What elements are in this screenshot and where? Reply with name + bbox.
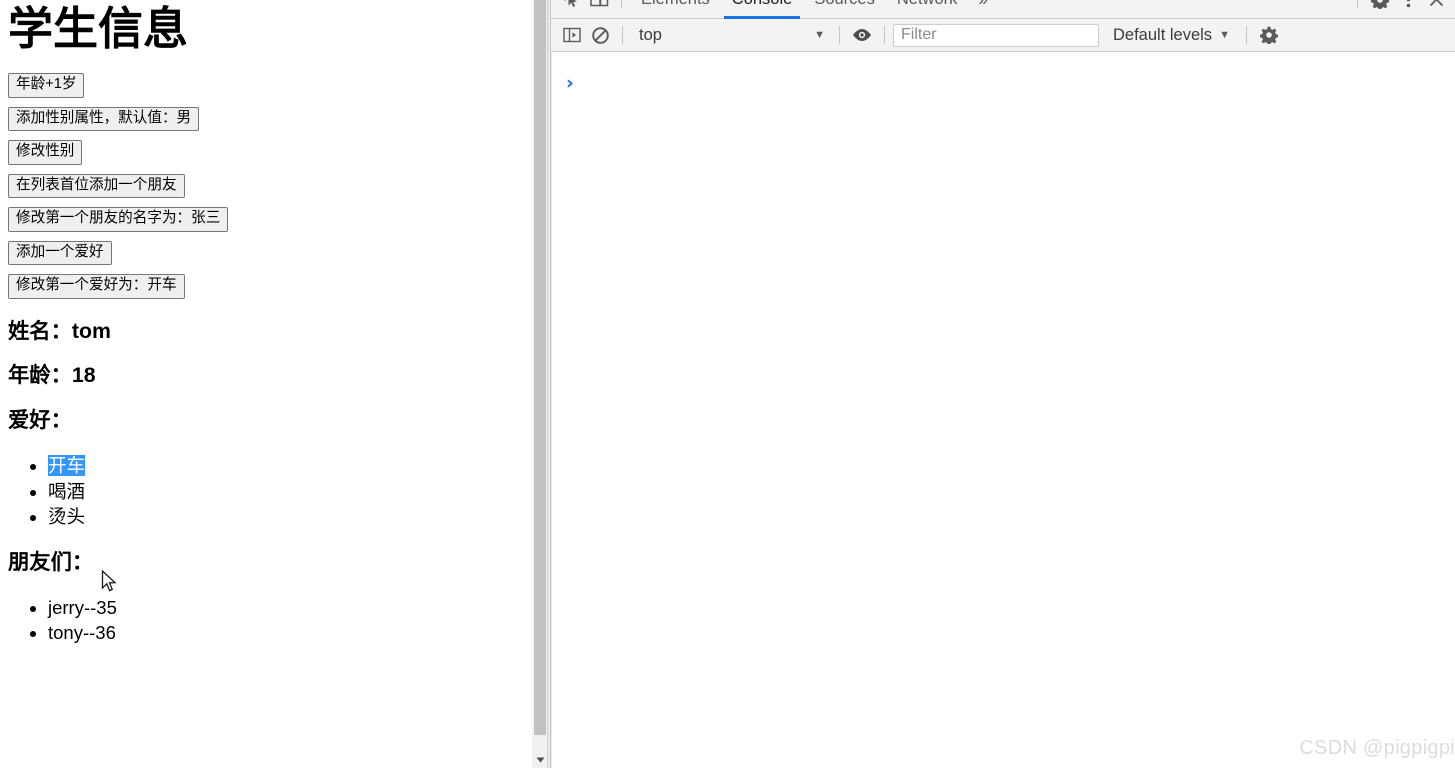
tab-elements[interactable]: Elements xyxy=(630,0,721,19)
page-viewport: 学生信息 年龄+1岁 添加性别属性，默认值：男 修改性别 在列表首位添加一个朋友… xyxy=(0,0,531,768)
friend-value: jerry--35 xyxy=(48,596,117,618)
console-input-prompt[interactable]: › xyxy=(552,52,1455,93)
friends-list: jerry--35 tony--36 xyxy=(8,595,523,646)
list-item: tony--36 xyxy=(48,620,523,646)
button-row: 在列表首位添加一个朋友 xyxy=(8,173,523,199)
student-name-value: tom xyxy=(71,318,111,343)
button-row: 修改第一个朋友的名字为：张三 xyxy=(8,207,523,232)
gear-icon[interactable] xyxy=(1366,0,1394,13)
rename-first-friend-button[interactable]: 修改第一个朋友的名字为：张三 xyxy=(8,207,229,232)
log-levels-value: Default levels xyxy=(1113,25,1213,44)
browser-screen: 学生信息 年龄+1岁 添加性别属性，默认值：男 修改性别 在列表首位添加一个朋友… xyxy=(0,0,1455,768)
close-icon[interactable] xyxy=(1422,0,1450,13)
list-item: 烫头 xyxy=(48,504,523,530)
friends-label: 朋友们： xyxy=(8,549,94,574)
page-title: 学生信息 xyxy=(8,3,189,54)
hobbies-list: 开车 喝酒 烫头 xyxy=(8,453,523,530)
toolbar-divider xyxy=(1357,0,1358,9)
list-item: 开车 xyxy=(48,453,523,479)
student-name-label: 姓名： xyxy=(8,318,72,343)
tab-console[interactable]: Console xyxy=(721,0,804,19)
console-filter-input[interactable] xyxy=(893,23,1099,47)
device-toolbar-icon[interactable] xyxy=(585,0,613,13)
toolbar-divider xyxy=(621,0,622,9)
button-row: 年龄+1岁 xyxy=(8,73,523,98)
hobby-value: 烫头 xyxy=(48,506,86,528)
add-friend-at-head-button[interactable]: 在列表首位添加一个朋友 xyxy=(8,173,185,199)
clear-console-icon[interactable] xyxy=(586,22,614,48)
log-levels-dropdown[interactable]: Default levels ▼ xyxy=(1105,23,1238,48)
toolbar-divider xyxy=(622,26,623,44)
devtools-panel: Elements Console Sources Network » xyxy=(550,0,1455,768)
list-item: 喝酒 xyxy=(48,479,523,505)
prompt-chevron-icon: › xyxy=(566,72,574,94)
scrollbar-down-arrow-icon[interactable] xyxy=(532,751,548,768)
add-gender-attr-button[interactable]: 添加性别属性，默认值：男 xyxy=(8,106,200,132)
more-tabs-button[interactable]: » xyxy=(968,0,997,10)
student-age-label: 年龄： xyxy=(8,363,72,388)
chevron-down-icon: ▼ xyxy=(1219,29,1230,41)
execution-context-value: top xyxy=(639,25,662,44)
student-name-field: 姓名：tom xyxy=(8,318,523,343)
console-sidebar-icon[interactable] xyxy=(558,22,586,48)
button-row: 修改第一个爱好为：开车 xyxy=(8,274,523,299)
toolbar-divider xyxy=(884,26,885,44)
devtools-tabstrip: Elements Console Sources Network » xyxy=(551,0,1455,19)
hobby-value: 喝酒 xyxy=(48,480,86,502)
add-hobby-button[interactable]: 添加一个爱好 xyxy=(8,240,112,266)
button-row: 修改性别 xyxy=(8,140,523,165)
list-item: jerry--35 xyxy=(48,595,523,621)
age-plus-one-button[interactable]: 年龄+1岁 xyxy=(8,73,85,98)
modify-gender-button[interactable]: 修改性别 xyxy=(8,140,83,165)
eye-icon[interactable] xyxy=(848,22,876,48)
hobbies-label: 爱好： xyxy=(8,407,72,432)
console-message-area[interactable]: › xyxy=(551,52,1455,768)
toolbar-divider xyxy=(839,26,840,44)
modify-first-hobby-button[interactable]: 修改第一个爱好为：开车 xyxy=(8,274,185,299)
tab-network[interactable]: Network xyxy=(886,0,969,19)
tab-sources[interactable]: Sources xyxy=(803,0,886,19)
student-age-value: 18 xyxy=(71,363,96,388)
hobby-value-selected: 开车 xyxy=(48,455,86,477)
page-content: 学生信息 年龄+1岁 添加性别属性，默认值：男 修改性别 在列表首位添加一个朋友… xyxy=(0,0,531,662)
chevron-down-icon: ▼ xyxy=(814,29,825,41)
inspect-element-icon[interactable] xyxy=(557,0,585,13)
button-row: 添加一个爱好 xyxy=(8,240,523,266)
student-age-field: 年龄：18 xyxy=(8,363,523,388)
button-row: 添加性别属性，默认值：男 xyxy=(8,106,523,132)
toolbar-divider xyxy=(1245,26,1247,44)
kebab-menu-icon[interactable] xyxy=(1394,0,1422,13)
page-vertical-scrollbar[interactable] xyxy=(531,0,548,768)
scrollbar-thumb[interactable] xyxy=(534,0,546,735)
console-toolbar: top ▼ Default levels ▼ xyxy=(551,19,1455,52)
console-settings-gear-icon[interactable] xyxy=(1255,22,1283,48)
friend-value: tony--36 xyxy=(48,622,116,644)
execution-context-dropdown[interactable]: top ▼ xyxy=(631,23,831,48)
